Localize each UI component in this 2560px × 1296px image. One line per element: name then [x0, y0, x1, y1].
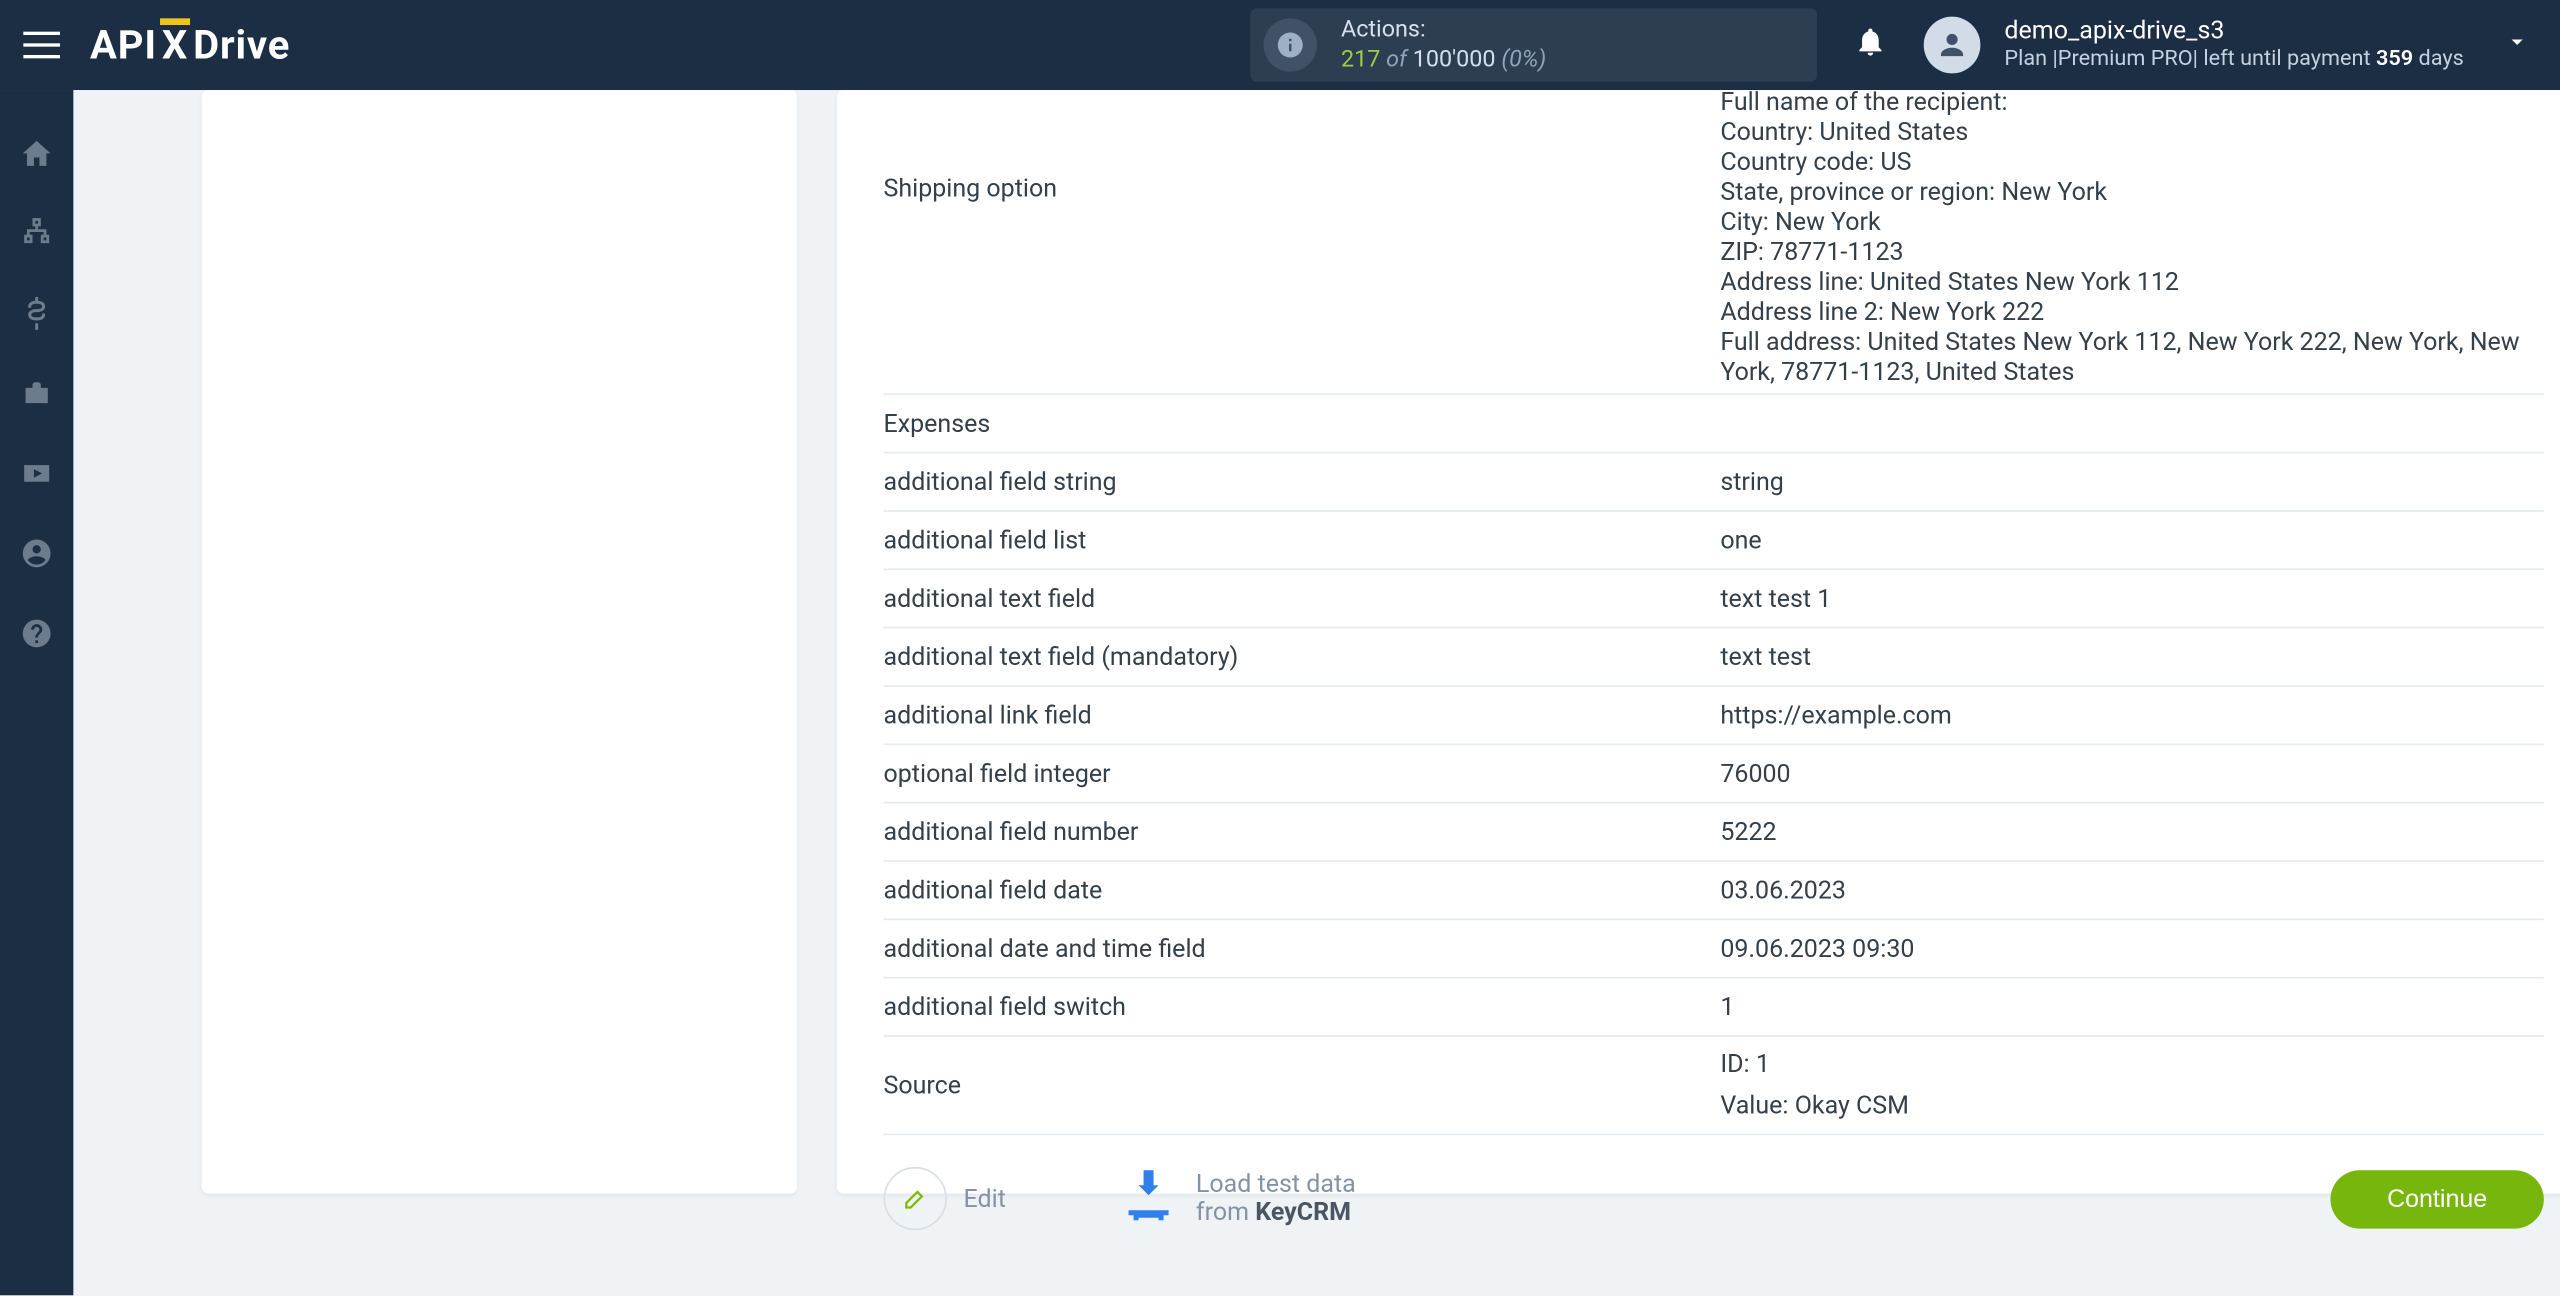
table-row: additional field number5222 — [884, 803, 2544, 861]
row-key: additional date and time field — [884, 927, 1721, 970]
notifications-icon[interactable] — [1854, 25, 1887, 65]
dollar-icon[interactable] — [20, 297, 53, 330]
edit-button[interactable]: Edit — [884, 1167, 1006, 1230]
row-value: 76000 — [1720, 752, 2543, 795]
row-value: string — [1720, 460, 2543, 503]
row-shipping: Shipping option Recipient's phone number… — [884, 90, 2544, 395]
sitemap-icon[interactable] — [20, 217, 53, 250]
row-value: 03.06.2023 — [1720, 869, 2543, 912]
source-label: Source — [884, 1064, 1721, 1107]
brand-logo[interactable]: APIXDrive — [90, 22, 290, 69]
user-menu[interactable]: demo_apix-drive_s3 Plan |Premium PRO| le… — [2004, 17, 2463, 74]
load-test-data-button[interactable]: Load test data from KeyCRM — [1119, 1165, 1356, 1232]
logo-x-icon: X — [162, 22, 188, 69]
pencil-icon — [884, 1167, 947, 1230]
table-row: additional field stringstring — [884, 453, 2544, 511]
left-panel — [202, 90, 797, 1194]
shipping-line: City: New York — [1720, 207, 2543, 237]
row-value: 5222 — [1720, 810, 2543, 853]
load-source: KeyCRM — [1255, 1197, 1351, 1227]
table-row: additional date and time field09.06.2023… — [884, 920, 2544, 978]
row-value: text test — [1720, 635, 2543, 678]
shipping-line: Country code: US — [1720, 147, 2543, 177]
table-row: additional field switch1 — [884, 979, 2544, 1037]
briefcase-icon[interactable] — [20, 377, 53, 410]
row-key: additional field number — [884, 810, 1721, 853]
row-key: additional text field — [884, 577, 1721, 620]
shipping-line: Country: United States — [1720, 117, 2543, 147]
shipping-line: Full address: United States New York 112… — [1720, 327, 2543, 387]
actions-count: 217 — [1341, 47, 1380, 74]
user-avatar[interactable] — [1924, 17, 1981, 74]
shipping-line: Address line 2: New York 222 — [1720, 297, 2543, 327]
youtube-icon[interactable] — [20, 457, 53, 490]
table-row: Expenses — [884, 395, 2544, 453]
row-key: Expenses — [884, 402, 1721, 445]
help-icon[interactable] — [20, 617, 53, 650]
edit-label: Edit — [964, 1184, 1006, 1214]
row-key: additional field string — [884, 460, 1721, 503]
app-header: APIXDrive Actions: 217 of 100'000 (0%) d… — [0, 0, 2560, 90]
shipping-line: ZIP: 78771-1123 — [1720, 237, 2543, 267]
panel-actions: Edit Load test data from KeyCRM Continue — [884, 1135, 2544, 1232]
actions-summary[interactable]: Actions: 217 of 100'000 (0%) — [1251, 8, 1818, 81]
menu-toggle[interactable] — [23, 23, 60, 66]
shipping-line: Address line: United States New York 112 — [1720, 267, 2543, 297]
actions-label: Actions: — [1341, 15, 1546, 45]
info-icon — [1264, 18, 1317, 71]
user-name: demo_apix-drive_s3 — [2004, 17, 2463, 45]
user-circle-icon[interactable] — [20, 537, 53, 570]
plan-line: Plan |Premium PRO| left until payment 35… — [2004, 45, 2463, 73]
actions-pct: (0%) — [1501, 47, 1546, 74]
shipping-label: Shipping option — [884, 90, 1721, 210]
row-key: additional link field — [884, 693, 1721, 736]
row-key: additional field switch — [884, 985, 1721, 1028]
page-body: Shipping option Recipient's phone number… — [73, 90, 2560, 1295]
source-line: Value: Okay CSM — [1720, 1085, 2543, 1127]
row-key: additional text field (mandatory) — [884, 635, 1721, 678]
row-key: additional field date — [884, 869, 1721, 912]
row-value: text test 1 — [1720, 577, 2543, 620]
table-row: additional field date03.06.2023 — [884, 862, 2544, 920]
table-row: additional link fieldhttps://example.com — [884, 687, 2544, 745]
actions-of: of — [1386, 47, 1407, 74]
load-line1: Load test data — [1196, 1170, 1356, 1198]
chevron-down-icon[interactable] — [2504, 28, 2531, 61]
source-line: ID: 1 — [1720, 1044, 2543, 1086]
table-row: additional text fieldtext test 1 — [884, 570, 2544, 628]
row-value: 09.06.2023 09:30 — [1720, 927, 2543, 970]
row-value: one — [1720, 518, 2543, 561]
row-value: 1 — [1720, 985, 2543, 1028]
row-key: additional field list — [884, 518, 1721, 561]
table-row: additional text field (mandatory)text te… — [884, 628, 2544, 686]
logo-drive: Drive — [193, 22, 290, 69]
download-icon — [1119, 1165, 1179, 1232]
row-value: https://example.com — [1720, 693, 2543, 736]
actions-total: 100'000 — [1413, 47, 1496, 74]
shipping-line: Full name of the recipient: — [1720, 90, 2543, 117]
details-panel: Shipping option Recipient's phone number… — [837, 90, 2560, 1194]
row-source: Source ID: 1Value: Okay CSM — [884, 1037, 2544, 1135]
row-key: optional field integer — [884, 752, 1721, 795]
continue-button[interactable]: Continue — [2330, 1169, 2543, 1227]
load-from: from — [1196, 1197, 1255, 1227]
side-nav — [0, 90, 73, 1295]
logo-api: API — [90, 22, 157, 69]
shipping-line: State, province or region: New York — [1720, 177, 2543, 207]
home-icon[interactable] — [20, 137, 53, 170]
table-row: optional field integer76000 — [884, 745, 2544, 803]
table-row: additional field listone — [884, 512, 2544, 570]
